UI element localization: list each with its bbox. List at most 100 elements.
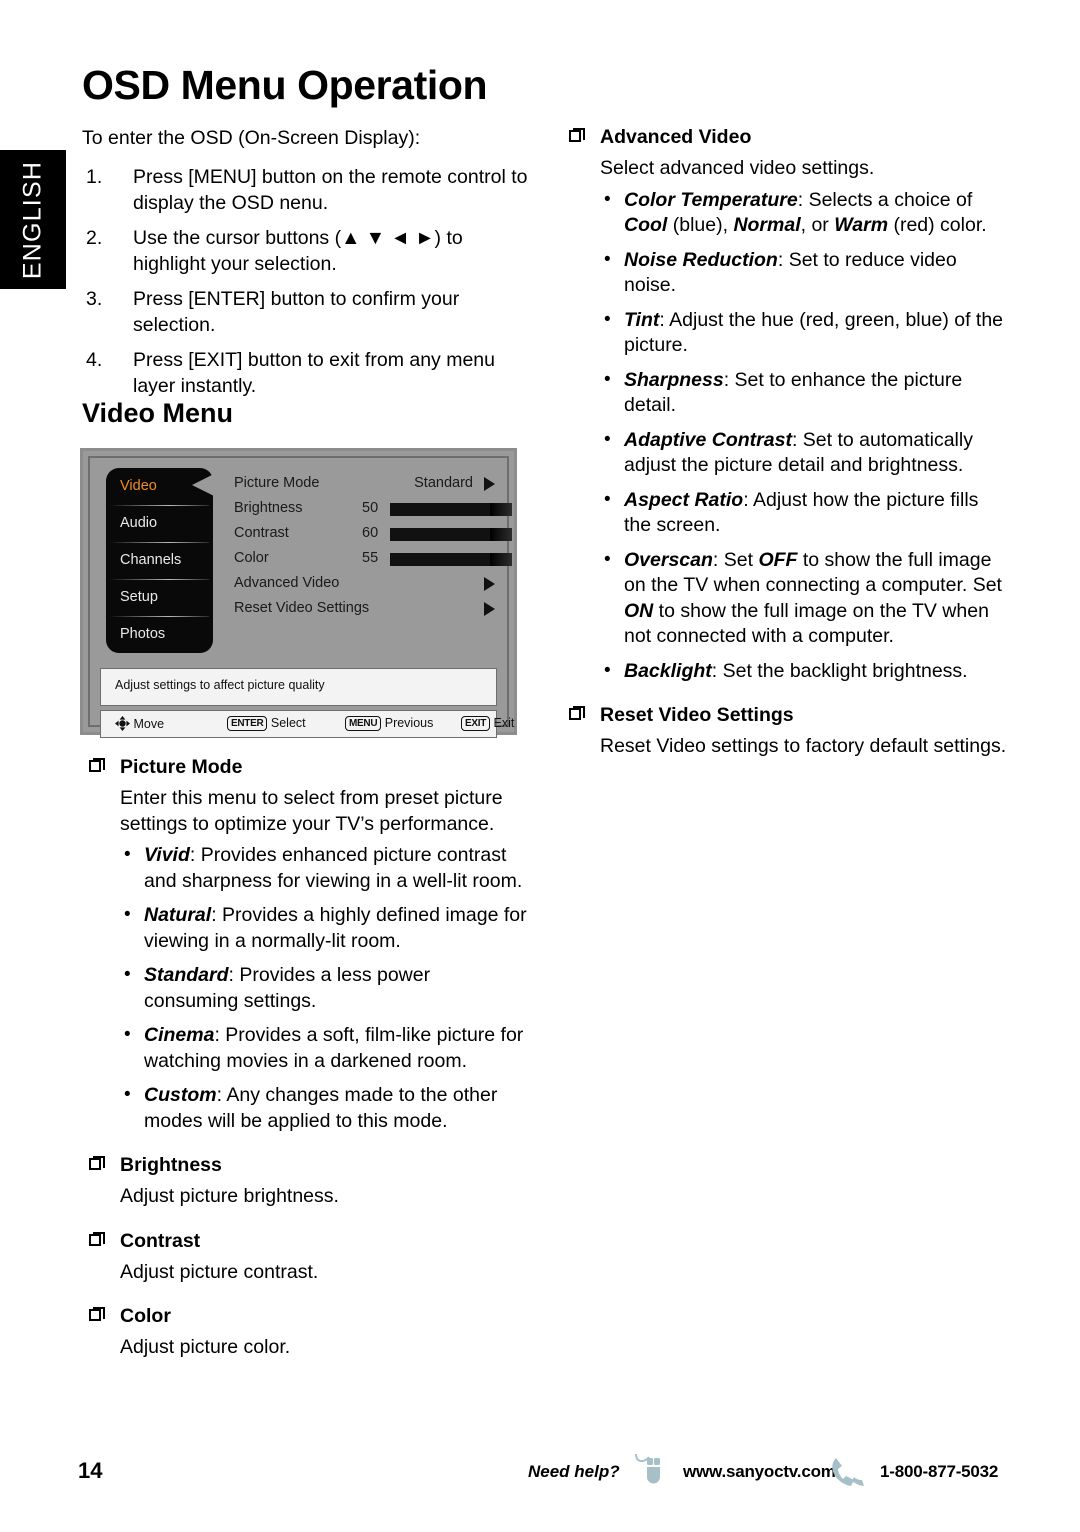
bullet-dot-icon: • bbox=[124, 1084, 131, 1105]
osd-row[interactable]: Color 55 bbox=[230, 547, 512, 572]
bullet-dot-icon: • bbox=[604, 248, 611, 270]
bullet-term: Aspect Ratio bbox=[624, 488, 744, 511]
bullet-dot-icon: • bbox=[124, 964, 131, 985]
osd-key-label: Select bbox=[270, 716, 306, 730]
osd-slider[interactable] bbox=[390, 553, 512, 566]
osd-key-legend-bar: Move ENTER Select MENU Previous EXIT Exit bbox=[100, 710, 514, 738]
osd-row-label: Brightness bbox=[234, 500, 303, 516]
section-body: Adjust picture brightness. bbox=[120, 1185, 339, 1207]
step-number: 4. bbox=[86, 349, 103, 371]
bullet-text: : Set the backlight brightness. bbox=[711, 659, 968, 682]
checkbox-square-icon bbox=[89, 758, 105, 772]
checkbox-square-icon bbox=[89, 1307, 105, 1321]
phone-icon bbox=[826, 1454, 870, 1494]
section-heading: Brightness bbox=[82, 1154, 528, 1177]
support-url: www.sanyoctv.com bbox=[683, 1462, 836, 1481]
osd-row-label: Picture Mode bbox=[234, 475, 320, 491]
osd-slider[interactable] bbox=[390, 528, 512, 541]
left-column: To enter the OSD (On-Screen Display): 1.… bbox=[82, 126, 528, 409]
bullet-term: Vivid bbox=[144, 844, 190, 866]
step-number: 1. bbox=[86, 166, 103, 188]
section-title: Brightness bbox=[120, 1154, 222, 1176]
checkbox-square-icon bbox=[89, 1231, 105, 1246]
osd-tab-photos[interactable]: Photos bbox=[106, 616, 213, 653]
step-item: 2. Use the cursor buttons (▲ ▼ ◄ ►) to hi… bbox=[82, 226, 528, 277]
bullet-item: • Natural: Provides a highly defined imag… bbox=[82, 903, 528, 954]
osd-row-label: Advanced Video bbox=[234, 575, 340, 591]
support-phone: 1-800-877-5032 bbox=[880, 1462, 999, 1481]
step-text: Press [MENU] button on the remote contro… bbox=[133, 166, 528, 214]
osd-key-label: Previous bbox=[384, 716, 434, 730]
osd-row[interactable]: Advanced Video bbox=[230, 572, 499, 597]
section-title: Color bbox=[120, 1305, 171, 1327]
osd-key-select: ENTER Select bbox=[227, 716, 306, 731]
language-side-tab: ENGLISH bbox=[0, 150, 66, 289]
bullet-dot-icon: • bbox=[124, 844, 131, 865]
step-text: Press [ENTER] button to confirm your sel… bbox=[133, 288, 460, 336]
section-title: Advanced Video bbox=[600, 126, 752, 148]
language-side-tab-label: ENGLISH bbox=[18, 160, 47, 279]
bullet-item: • Custom: Any changes made to the other m… bbox=[82, 1083, 528, 1134]
osd-tab-audio[interactable]: Audio bbox=[106, 505, 213, 542]
osd-row[interactable]: Picture Mode Standard bbox=[230, 472, 499, 497]
page-title: OSD Menu Operation bbox=[82, 62, 488, 108]
osd-row[interactable]: Reset Video Settings bbox=[230, 597, 499, 622]
osd-key-exit: EXIT Exit bbox=[461, 716, 514, 731]
osd-row-label: Contrast bbox=[234, 525, 289, 541]
bullet-text: : Adjust the hue (red, green, blue) of t… bbox=[624, 308, 1004, 357]
need-help-label: Need help? bbox=[528, 1462, 620, 1481]
bullet-dot-icon: • bbox=[604, 428, 611, 450]
bullet-dot-icon: • bbox=[604, 188, 611, 210]
bullet-dot-icon: • bbox=[604, 368, 611, 390]
bullet-dot-icon: • bbox=[124, 904, 131, 925]
step-text: Use the cursor buttons (▲ ▼ ◄ ►) to high… bbox=[133, 227, 463, 275]
osd-key-move: Move bbox=[115, 716, 164, 731]
bullet-term: Tint bbox=[624, 308, 660, 331]
osd-stage: Video Audio Channels Setup Photos Picture Mo… bbox=[90, 458, 512, 663]
osd-inner-frame: Video Audio Channels Setup Photos Picture Mo… bbox=[88, 456, 514, 738]
bullet-term: Cinema bbox=[144, 1024, 215, 1046]
section-body: Select advanced video settings. bbox=[600, 157, 875, 179]
key-cap: MENU bbox=[345, 716, 382, 731]
section-body: Adjust picture contrast. bbox=[120, 1260, 319, 1283]
key-cap: EXIT bbox=[461, 716, 491, 731]
bullet-text: : Provides enhanced picture contrast and… bbox=[144, 844, 523, 892]
section-body: Adjust picture color. bbox=[120, 1336, 291, 1358]
section-body: Reset Video settings to factory default … bbox=[600, 735, 1007, 757]
osd-slider[interactable] bbox=[390, 503, 512, 516]
bullet-item: • Backlight: Set the backlight brightness… bbox=[562, 659, 1008, 685]
bullet-dot-icon: • bbox=[604, 659, 611, 681]
section-heading: Color bbox=[82, 1305, 528, 1328]
osd-key-previous: MENU Previous bbox=[345, 716, 433, 731]
osd-tab-setup[interactable]: Setup bbox=[106, 579, 213, 616]
section-title: Contrast bbox=[120, 1229, 201, 1252]
osd-key-label: Exit bbox=[493, 716, 515, 730]
osd-row-label: Color bbox=[234, 550, 269, 566]
bullet-item: • Color Temperature: Selects a choice of … bbox=[562, 188, 1008, 239]
osd-row-number: 60 bbox=[362, 525, 379, 541]
section-heading: Contrast bbox=[82, 1230, 528, 1253]
osd-hint-bar: Adjust settings to affect picture qualit… bbox=[100, 668, 497, 706]
bullet-item: • Vivid: Provides enhanced picture contra… bbox=[82, 843, 528, 894]
intro-text: To enter the OSD (On-Screen Display): bbox=[82, 127, 421, 149]
step-number: 2. bbox=[86, 227, 103, 249]
osd-tab-video[interactable]: Video bbox=[106, 468, 214, 505]
osd-row-value: Standard bbox=[414, 475, 473, 491]
left-sections: Picture Mode Enter this menu to select fr… bbox=[82, 756, 528, 1367]
chevron-right-icon bbox=[484, 602, 495, 616]
bullet-term: Sharpness bbox=[624, 368, 724, 391]
video-menu-heading: Video Menu bbox=[82, 398, 234, 428]
step-item: 4. Press [EXIT] button to exit from any m… bbox=[82, 348, 528, 399]
osd-key-label: Move bbox=[133, 717, 165, 731]
bullet-term: Backlight bbox=[624, 659, 712, 682]
bullet-dot-icon: • bbox=[124, 1024, 131, 1045]
section-title: Picture Mode bbox=[120, 756, 243, 778]
bullet-item: • Sharpness: Set to enhance the picture d… bbox=[562, 368, 1008, 419]
osd-row[interactable]: Brightness 50 bbox=[230, 497, 512, 522]
bullet-item: • Noise Reduction: Set to reduce video no… bbox=[562, 248, 1008, 299]
osd-row[interactable]: Contrast 60 bbox=[230, 522, 512, 547]
step-item: 3. Press [ENTER] button to confirm your s… bbox=[82, 287, 528, 338]
osd-tab-channels[interactable]: Channels bbox=[106, 542, 213, 579]
osd-settings-list: Picture Mode Standard Brightness 50 Contrast… bbox=[230, 472, 512, 622]
bullet-list: • Color Temperature: Selects a choice of … bbox=[562, 188, 1008, 685]
